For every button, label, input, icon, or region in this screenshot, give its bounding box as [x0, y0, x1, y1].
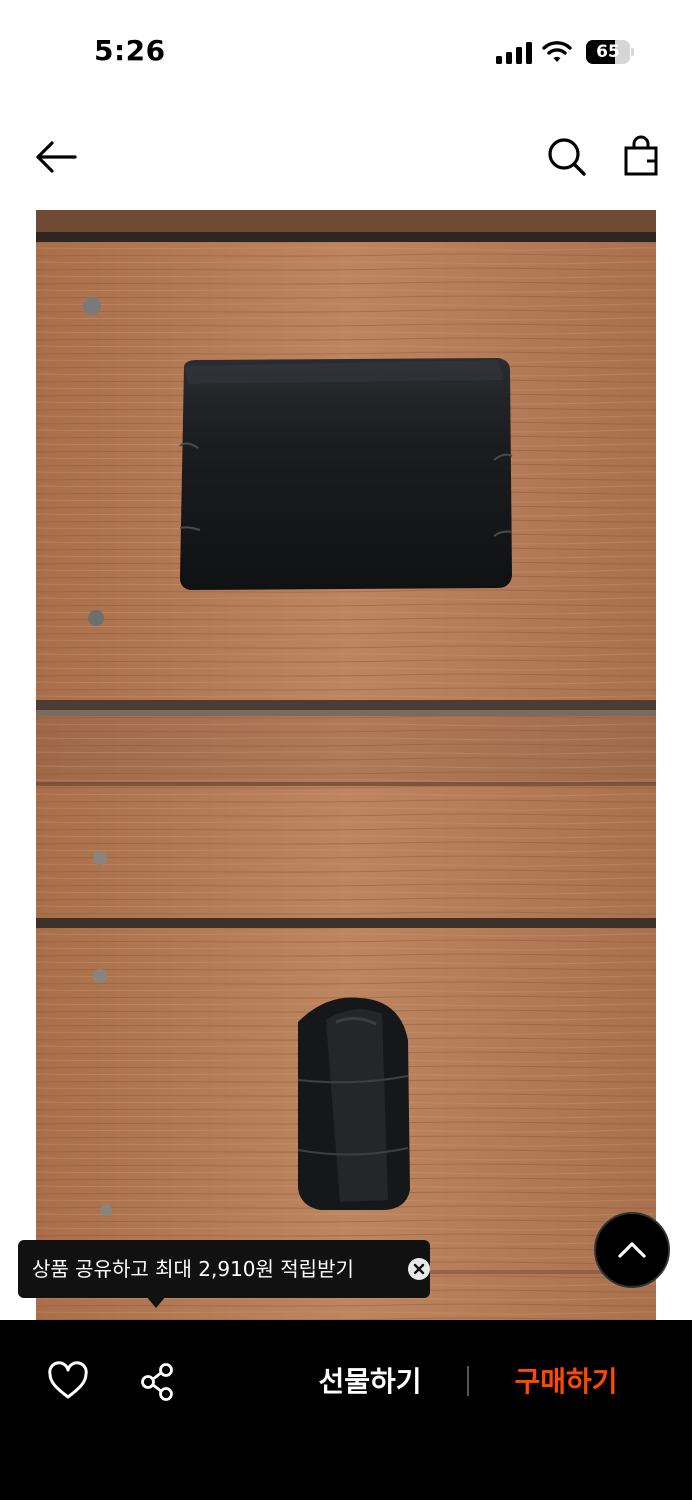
scroll-top-button[interactable] — [594, 1212, 670, 1288]
status-bar: 5:26 65 — [0, 0, 692, 100]
bottom-action-bar: 선물하기 구매하기 — [0, 1320, 692, 1500]
buy-button[interactable]: 구매하기 — [496, 1356, 636, 1408]
wifi-icon — [542, 40, 572, 64]
chevron-up-icon — [618, 1242, 646, 1258]
battery-icon: 65 — [586, 40, 634, 64]
tooltip-text: 상품 공유하고 최대 2,910원 적립받기 — [32, 1257, 354, 1281]
shopping-bag-icon — [624, 135, 658, 176]
search-icon — [548, 138, 586, 176]
product-photo[interactable] — [36, 210, 656, 1320]
arrow-left-icon — [36, 141, 77, 173]
battery-level: 65 — [596, 42, 620, 62]
search-button[interactable] — [544, 134, 590, 180]
back-button[interactable] — [28, 134, 84, 180]
heart-icon — [48, 1361, 88, 1399]
like-button[interactable] — [46, 1360, 90, 1404]
share-button[interactable] — [136, 1360, 180, 1404]
divider — [467, 1366, 469, 1396]
cart-button[interactable] — [618, 134, 664, 180]
share-reward-tooltip: 상품 공유하고 최대 2,910원 적립받기 — [18, 1240, 430, 1298]
cellular-signal-icon — [496, 42, 532, 64]
tooltip-arrow — [146, 1296, 166, 1308]
close-icon[interactable] — [408, 1258, 430, 1280]
share-icon — [141, 1363, 173, 1401]
gift-button[interactable]: 선물하기 — [300, 1356, 440, 1408]
status-time: 5:26 — [94, 34, 166, 67]
